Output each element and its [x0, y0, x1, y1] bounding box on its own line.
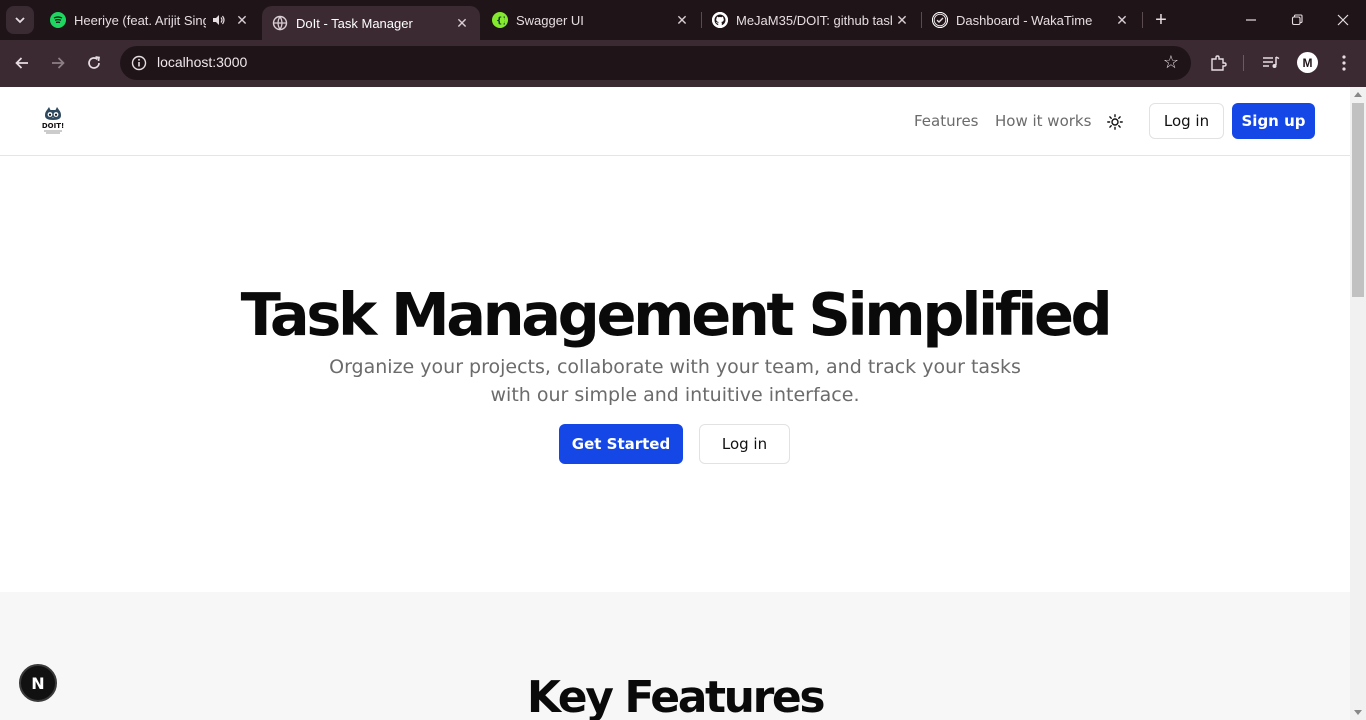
logo-text: DOIT! — [42, 122, 64, 130]
scroll-down-arrow-icon[interactable] — [1354, 710, 1362, 715]
page-viewport: DOIT! Features How it works Log in Sign … — [0, 87, 1350, 720]
wakatime-icon — [932, 12, 948, 28]
tab-title: Swagger UI — [516, 12, 584, 28]
tab-title: Heeriye (feat. Arijit Singh — [74, 12, 206, 28]
tab-search-button[interactable] — [6, 6, 34, 34]
media-controls-icon[interactable] — [1260, 52, 1282, 74]
tab-spotify[interactable]: Heeriye (feat. Arijit Singh ✕ — [40, 0, 260, 40]
chevron-down-icon — [15, 17, 25, 24]
close-tab-icon[interactable]: ✕ — [232, 10, 252, 30]
tab-wakatime[interactable]: Dashboard - WakaTime ✕ — [922, 0, 1140, 40]
forward-button[interactable] — [45, 50, 71, 76]
header-signup-button[interactable]: Sign up — [1232, 103, 1315, 139]
features-title: Key Features — [526, 672, 826, 720]
globe-icon — [272, 15, 288, 31]
svg-text:{}: {} — [496, 17, 505, 26]
arrow-left-icon — [15, 57, 28, 69]
header-login-button[interactable]: Log in — [1149, 103, 1224, 139]
extensions-icon[interactable] — [1207, 52, 1229, 74]
site-info-icon[interactable] — [128, 52, 150, 74]
back-button[interactable] — [9, 50, 35, 76]
minimize-icon — [1246, 19, 1256, 21]
nextjs-dev-badge[interactable]: N — [19, 664, 57, 702]
close-tab-icon[interactable]: ✕ — [672, 10, 692, 30]
url-text[interactable]: localhost:3000 — [157, 54, 247, 70]
tab-title: MeJaM35/DOIT: github task — [736, 12, 892, 28]
restore-button[interactable] — [1274, 0, 1320, 40]
tab-doit[interactable]: DoIt - Task Manager ✕ — [262, 6, 480, 40]
theme-toggle-button[interactable] — [1104, 111, 1126, 133]
hero-login-button[interactable]: Log in — [699, 424, 790, 464]
close-tab-icon[interactable]: ✕ — [452, 13, 472, 33]
restore-icon — [1291, 14, 1303, 26]
minimize-button[interactable] — [1228, 0, 1274, 40]
doit-logo[interactable]: DOIT! — [40, 106, 66, 136]
hero-subtitle: Organize your projects, collaborate with… — [329, 356, 1021, 406]
nav-features-link[interactable]: Features — [914, 112, 979, 130]
page-scrollbar[interactable] — [1350, 87, 1366, 720]
tab-github[interactable]: MeJaM35/DOIT: github task ✕ — [702, 0, 920, 40]
github-icon — [712, 12, 728, 28]
close-window-button[interactable] — [1320, 0, 1366, 40]
nav-how-it-works-link[interactable]: How it works — [995, 112, 1091, 130]
tab-separator — [1142, 12, 1143, 28]
scrollbar-thumb[interactable] — [1352, 103, 1364, 297]
close-tab-icon[interactable]: ✕ — [892, 10, 912, 30]
close-icon — [1337, 14, 1349, 26]
new-tab-button[interactable]: + — [1150, 10, 1172, 32]
features-section: Key Features — [0, 592, 1350, 720]
reload-icon — [88, 56, 100, 69]
swagger-icon: {} — [492, 12, 508, 28]
menu-dots-icon[interactable] — [1333, 52, 1355, 74]
sun-icon — [1107, 114, 1123, 130]
get-started-button[interactable]: Get Started — [559, 424, 683, 464]
browser-toolbar: localhost:3000 ☆ — [0, 40, 1366, 87]
profile-avatar[interactable]: M — [1297, 52, 1318, 73]
site-header: DOIT! Features How it works Log in Sign … — [0, 87, 1350, 156]
hero-title: Task Management Simplified — [240, 280, 1113, 349]
browser-tabbar: Heeriye (feat. Arijit Singh ✕ DoIt - Tas… — [0, 0, 1366, 40]
tab-title: Dashboard - WakaTime — [956, 12, 1093, 28]
reload-button[interactable] — [81, 50, 107, 76]
address-bar[interactable]: localhost:3000 ☆ — [120, 46, 1191, 80]
spotify-icon — [50, 12, 66, 28]
close-tab-icon[interactable]: ✕ — [1112, 10, 1132, 30]
audio-playing-icon[interactable] — [210, 14, 228, 26]
tab-swagger[interactable]: {} Swagger UI ✕ — [482, 0, 700, 40]
tab-title: DoIt - Task Manager — [296, 15, 413, 31]
toolbar-separator — [1243, 55, 1244, 71]
scroll-up-arrow-icon[interactable] — [1354, 92, 1362, 97]
bookmark-star-icon[interactable]: ☆ — [1163, 53, 1179, 71]
arrow-right-icon — [52, 57, 65, 69]
